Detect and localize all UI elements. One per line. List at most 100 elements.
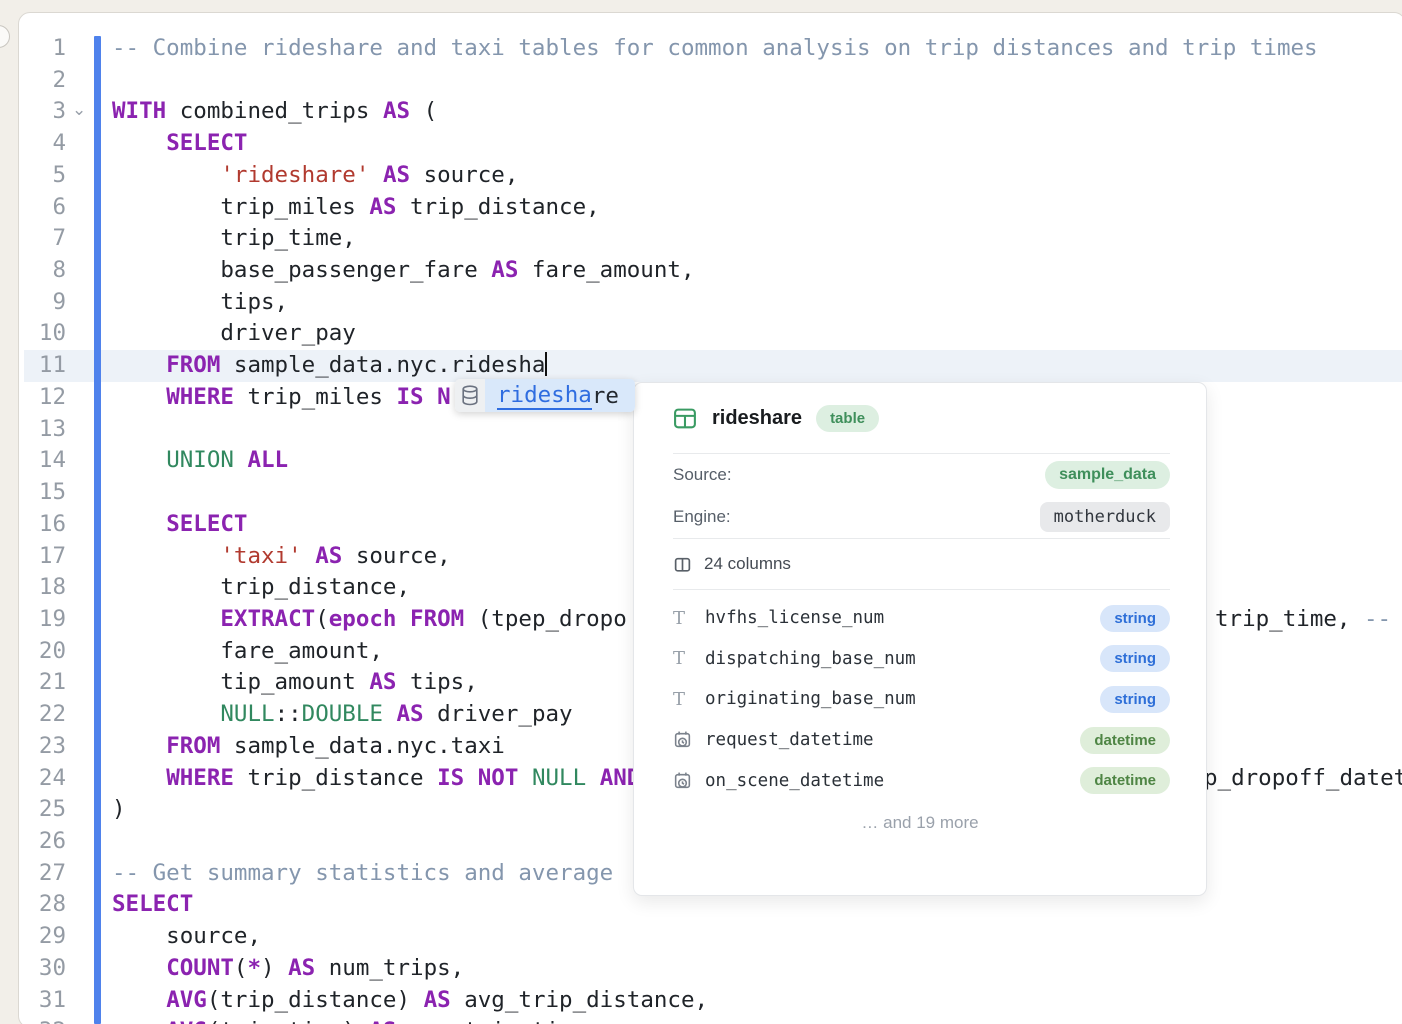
line-number: 26 [18, 826, 66, 858]
column-type-badge: string [1100, 645, 1170, 672]
code-line-4[interactable]: 4 SELECT [0, 128, 1402, 160]
code-token: NULL [220, 701, 274, 727]
fold-chevron-icon[interactable]: ⌄ [72, 96, 92, 124]
line-number: 22 [18, 699, 66, 731]
string-type-icon: T [673, 608, 699, 629]
code-text: WHERE trip_distance IS NOT NULL AND [112, 763, 640, 795]
line-number: 21 [18, 667, 66, 699]
code-line-5[interactable]: 5 'rideshare' AS source, [0, 160, 1402, 192]
code-token: source, [112, 923, 261, 949]
code-text: 'rideshare' AS source, [112, 160, 518, 192]
keyword-token: AS [383, 98, 410, 124]
line-number: 9 [18, 287, 66, 319]
keyword-token: AS [383, 162, 410, 188]
suggestion-rideshare[interactable]: rideshare [485, 379, 635, 412]
code-token [112, 955, 166, 981]
code-text: SELECT [112, 509, 247, 541]
datetime-type-icon [673, 771, 699, 791]
code-line-11[interactable]: 11 FROM sample_data.nyc.ridesha [0, 350, 1402, 382]
code-text: UNION ALL [112, 445, 288, 477]
columns-icon [673, 555, 692, 574]
code-line-7[interactable]: 7 trip_time, [0, 223, 1402, 255]
code-token [112, 447, 166, 473]
code-line-1[interactable]: 1-- Combine rideshare and taxi tables fo… [0, 33, 1402, 65]
code-line-3[interactable]: 3⌄WITH combined_trips AS ( [0, 96, 1402, 128]
code-token: avg_trip_time, [396, 1018, 599, 1024]
code-token: source, [342, 543, 450, 569]
code-token [464, 765, 478, 791]
code-line-8[interactable]: 8 base_passenger_fare AS fare_amount, [0, 255, 1402, 287]
column-row: on_scene_datetimedatetime [634, 760, 1206, 801]
keyword-token: IS [396, 384, 423, 410]
code-token: sample_data.nyc.ridesha [220, 352, 545, 378]
code-token: ( [315, 606, 329, 632]
column-list: Thvfhs_license_numstringTdispatching_bas… [634, 598, 1206, 801]
code-token [112, 352, 166, 378]
code-token: tips, [396, 669, 477, 695]
column-row: Thvfhs_license_numstring [634, 598, 1206, 639]
code-segment-line-24: p_dropoff_datet [1204, 763, 1402, 795]
code-token: ( [410, 98, 437, 124]
code-text: SELECT [112, 128, 247, 160]
code-token: (trip_distance) [207, 987, 424, 1013]
code-token [234, 447, 248, 473]
code-text: source, [112, 921, 261, 953]
suggestion-match-text: ridesha [497, 382, 592, 410]
keyword-token: AS [288, 955, 315, 981]
code-token: source, [410, 162, 518, 188]
code-line-31[interactable]: 31 AVG(trip_distance) AS avg_trip_distan… [0, 985, 1402, 1017]
line-number: 27 [18, 858, 66, 890]
code-text: driver_pay [112, 318, 356, 350]
code-segment-line-19: trip_time, -- [1215, 604, 1391, 636]
column-name: dispatching_base_num [705, 649, 1100, 669]
code-line-9[interactable]: 9 tips, [0, 287, 1402, 319]
line-number: 19 [18, 604, 66, 636]
code-line-29[interactable]: 29 source, [0, 921, 1402, 953]
code-token: driver_pay [424, 701, 573, 727]
code-text: ) [112, 794, 126, 826]
keyword-token: AS [369, 1018, 396, 1024]
code-line-6[interactable]: 6 trip_miles AS trip_distance, [0, 192, 1402, 224]
line-number: 7 [18, 223, 66, 255]
code-text: FROM sample_data.nyc.taxi [112, 731, 505, 763]
code-text: EXTRACT(epoch FROM (tpep_dropo [112, 604, 627, 636]
suggestion-rest-text: re [592, 383, 619, 409]
code-line-2[interactable]: 2 [0, 65, 1402, 97]
keyword-token: WITH [112, 98, 166, 124]
code-line-10[interactable]: 10 driver_pay [0, 318, 1402, 350]
code-token [396, 606, 410, 632]
code-token: sample_data.nyc.taxi [220, 733, 504, 759]
keyword-token: IS [437, 765, 464, 791]
string-type-icon: T [673, 648, 699, 669]
keyword-token: FROM [166, 733, 220, 759]
code-text: fare_amount, [112, 636, 383, 668]
code-token: combined_trips [166, 98, 383, 124]
code-token: fare_amount, [518, 257, 694, 283]
code-token [383, 701, 397, 727]
code-line-30[interactable]: 30 COUNT(*) AS num_trips, [0, 953, 1402, 985]
column-row: Toriginating_base_numstring [634, 679, 1206, 720]
code-token [112, 765, 166, 791]
engine-value-badge: motherduck [1040, 502, 1170, 532]
code-token: UNION [166, 447, 234, 473]
keyword-token: AS [369, 669, 396, 695]
code-text: AVG(trip_time) AS avg_trip_time, [112, 1016, 600, 1024]
code-token: driver_pay [112, 320, 356, 346]
column-name: on_scene_datetime [705, 771, 1080, 791]
line-number: 32 [18, 1016, 66, 1024]
line-number: 8 [18, 255, 66, 287]
engine-label: Engine: [673, 507, 731, 527]
keyword-token: SELECT [112, 891, 193, 917]
comment-token: -- [1364, 606, 1391, 632]
code-token: 'rideshare' [220, 162, 369, 188]
code-token [112, 701, 220, 727]
column-type-badge: datetime [1080, 767, 1170, 794]
line-number: 24 [18, 763, 66, 795]
code-line-32[interactable]: 32 AVG(trip_time) AS avg_trip_time, [0, 1016, 1402, 1024]
code-token [112, 733, 166, 759]
column-name: originating_base_num [705, 689, 1100, 709]
text-cursor [545, 352, 547, 376]
line-number: 6 [18, 192, 66, 224]
database-icon [455, 379, 485, 412]
code-token [112, 162, 220, 188]
